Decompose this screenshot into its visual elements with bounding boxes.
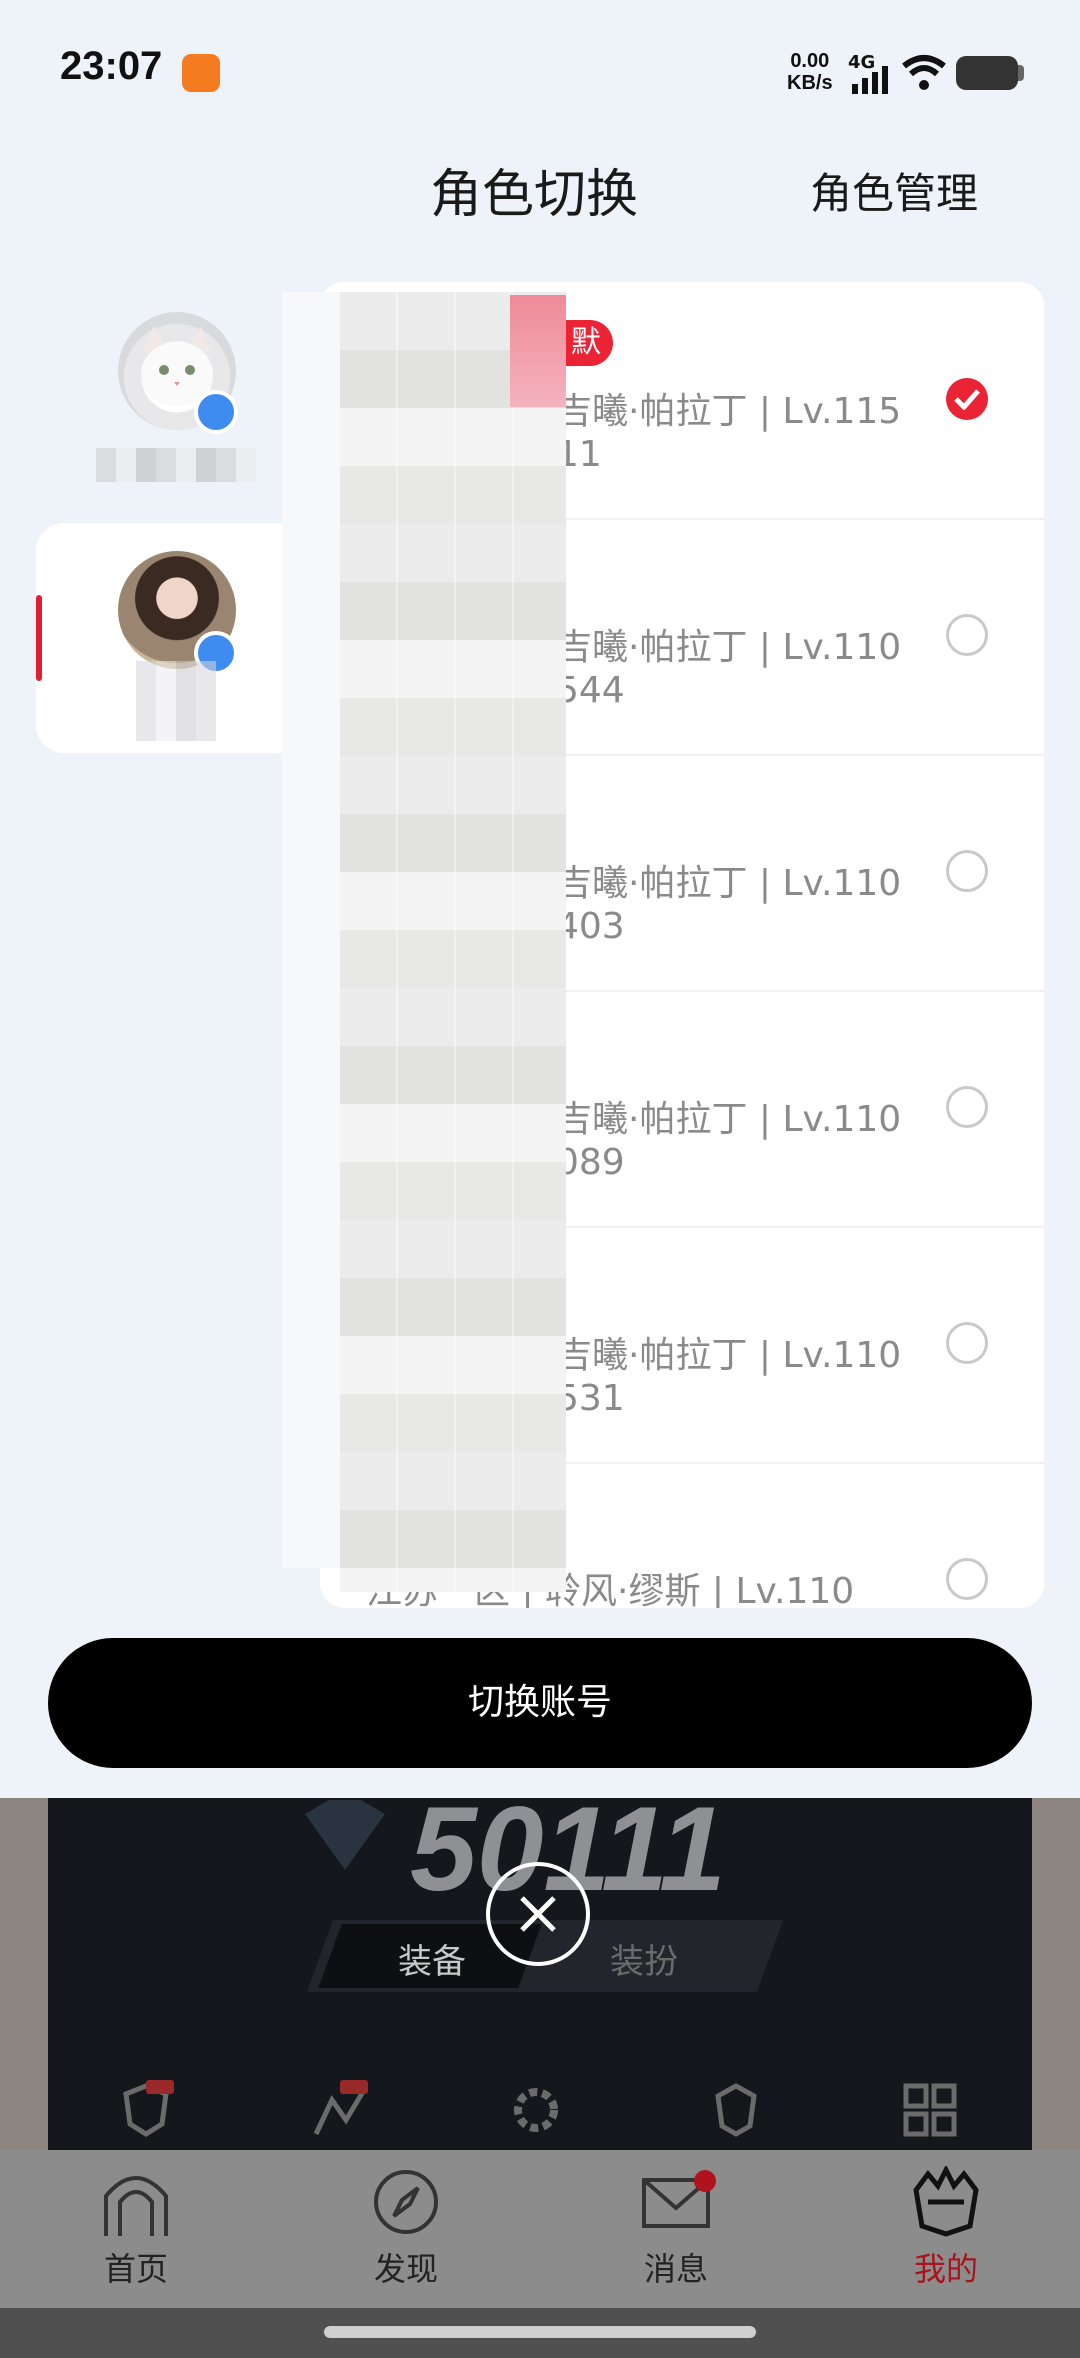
tab-label: 消息 [643, 2250, 708, 2288]
role-id: 089 [556, 1142, 625, 1183]
shield-new-icon [123, 2080, 174, 2137]
net-speed: 0.00 KB/s [787, 50, 833, 94]
account-name-blurred [136, 661, 216, 741]
close-icon [520, 1896, 556, 1932]
role-radio[interactable] [946, 850, 988, 892]
role-radio-checked[interactable] [946, 378, 988, 420]
home-arch-icon [104, 2176, 168, 2236]
qq-badge-icon [194, 390, 238, 434]
role-radio[interactable] [946, 1322, 988, 1364]
role-info: 吉曦·帕拉丁 | Lv.110 [556, 863, 902, 904]
gear-icon [514, 2088, 558, 2132]
segment-equip: 装备 [398, 1942, 466, 1982]
tab-discover[interactable]: 发现 [326, 2166, 486, 2290]
role-manage-button[interactable]: 角色管理 [810, 160, 978, 221]
profile-helmet-icon [913, 2166, 979, 2237]
segment-outfit: 装扮 [610, 1942, 678, 1982]
role-info: 吉曦·帕拉丁 | Lv.110 [556, 1335, 902, 1376]
role-info: 吉曦·帕拉丁 | Lv.110 [556, 627, 902, 668]
tab-label: 发现 [373, 2250, 438, 2288]
grid-icon [903, 2083, 957, 2137]
tab-label: 我的 [913, 2250, 978, 2288]
compass-icon [374, 2170, 438, 2234]
privacy-mask-left [282, 292, 342, 1568]
tab-label: 首页 [103, 2250, 168, 2288]
account-name-blurred [96, 448, 256, 482]
close-sheet-button[interactable] [486, 1862, 590, 1966]
privacy-mosaic [340, 292, 566, 1592]
switch-account-button[interactable]: 切换账号 [48, 1638, 1032, 1768]
role-radio[interactable] [946, 614, 988, 656]
tab-messages[interactable]: 消息 [596, 2166, 756, 2290]
status-bar: 23:07 0.00 KB/s 4G [0, 0, 1080, 130]
battery-tip [1018, 65, 1024, 81]
chart-new-icon [313, 2080, 368, 2136]
role-radio[interactable] [946, 1086, 988, 1128]
role-id: 544 [556, 670, 625, 711]
role-info: 吉曦·帕拉丁 | Lv.115 [556, 391, 902, 432]
wifi-icon [902, 55, 946, 90]
app-notification-icon [182, 54, 220, 92]
page-title: 角色切换 [430, 165, 639, 225]
unread-dot [694, 2170, 716, 2192]
tab-home[interactable]: 首页 [56, 2166, 216, 2290]
check-icon [954, 389, 980, 410]
role-info: 吉曦·帕拉丁 | Lv.110 [556, 1099, 902, 1140]
privacy-mosaic-tag [510, 295, 566, 407]
clock: 23:07 [60, 44, 163, 88]
net-speed-unit: KB/s [787, 72, 833, 94]
role-id: 403 [556, 906, 625, 947]
tab-me[interactable]: 我的 [866, 2166, 1026, 2290]
account-item-1[interactable] [36, 290, 296, 510]
signal-icon [852, 66, 888, 94]
badge-icon [715, 2083, 757, 2137]
battery-icon [956, 56, 1018, 90]
role-id: 531 [556, 1378, 625, 1419]
home-indicator[interactable] [324, 2326, 756, 2338]
role-radio[interactable] [946, 1558, 988, 1600]
net-speed-value: 0.00 [790, 50, 830, 72]
